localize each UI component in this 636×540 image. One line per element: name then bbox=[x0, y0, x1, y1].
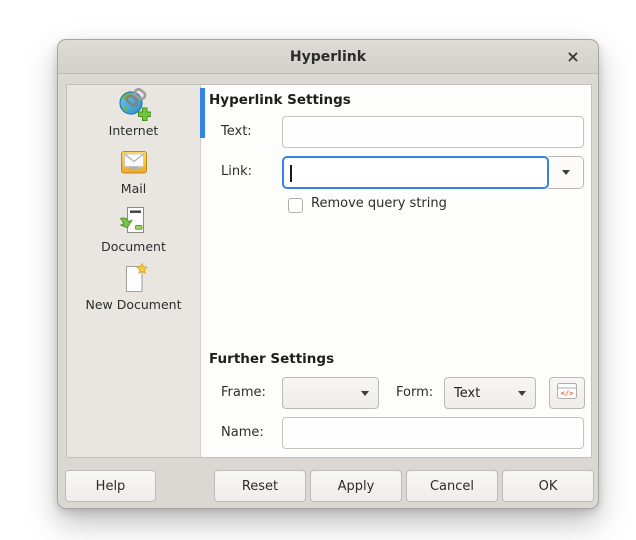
hyperlink-dialog: Hyperlink × bbox=[57, 39, 599, 509]
chevron-down-icon bbox=[518, 391, 526, 396]
frame-dropdown[interactable] bbox=[282, 377, 379, 409]
svg-text:</>: </> bbox=[561, 389, 574, 397]
sidebar-item-new-document[interactable]: New Document bbox=[67, 259, 200, 317]
internet-icon bbox=[67, 88, 200, 122]
link-dropdown-button[interactable] bbox=[548, 156, 584, 189]
category-sidebar: Internet Mail bbox=[67, 85, 201, 457]
remove-query-string-label[interactable]: Remove query string bbox=[311, 196, 447, 211]
chevron-down-icon bbox=[361, 391, 369, 396]
link-field-label: Link: bbox=[221, 164, 252, 179]
link-combobox-input[interactable] bbox=[282, 156, 549, 189]
dialog-titlebar[interactable]: Hyperlink × bbox=[58, 40, 598, 74]
name-field-label: Name: bbox=[221, 425, 264, 440]
chevron-down-icon bbox=[562, 170, 570, 175]
cancel-button[interactable]: Cancel bbox=[406, 470, 498, 502]
events-code-icon: </> bbox=[557, 383, 577, 404]
form-field-label: Form: bbox=[396, 385, 433, 400]
form-dropdown-value: Text bbox=[454, 386, 480, 401]
events-button[interactable]: </> bbox=[549, 377, 585, 409]
sidebar-item-mail[interactable]: Mail bbox=[67, 143, 200, 201]
close-icon[interactable]: × bbox=[560, 40, 586, 74]
sidebar-item-label: Internet bbox=[67, 123, 200, 138]
frame-field-label: Frame: bbox=[221, 385, 266, 400]
selected-category-indicator bbox=[200, 88, 205, 138]
form-dropdown[interactable]: Text bbox=[444, 377, 536, 409]
ok-button[interactable]: OK bbox=[502, 470, 594, 502]
help-button[interactable]: Help bbox=[65, 470, 156, 502]
sidebar-item-internet[interactable]: Internet bbox=[67, 85, 200, 143]
dialog-content-panel: Internet Mail bbox=[66, 84, 592, 458]
dialog-title: Hyperlink bbox=[58, 40, 598, 74]
reset-button[interactable]: Reset bbox=[214, 470, 306, 502]
sidebar-item-label: New Document bbox=[67, 297, 200, 312]
apply-button[interactable]: Apply bbox=[310, 470, 402, 502]
further-settings-heading: Further Settings bbox=[209, 351, 334, 367]
name-input[interactable] bbox=[282, 417, 584, 449]
sidebar-item-label: Mail bbox=[67, 181, 200, 196]
sidebar-item-label: Document bbox=[67, 239, 200, 254]
text-input[interactable] bbox=[282, 116, 584, 148]
sidebar-item-document[interactable]: Document bbox=[67, 201, 200, 259]
mail-icon bbox=[67, 146, 200, 180]
text-field-label: Text: bbox=[221, 124, 252, 139]
settings-area: Hyperlink Settings Text: Link: Remove qu… bbox=[201, 85, 591, 457]
new-document-icon bbox=[67, 262, 200, 296]
remove-query-string-checkbox[interactable] bbox=[288, 198, 303, 213]
desktop-background: Hyperlink × bbox=[0, 0, 636, 540]
text-cursor bbox=[290, 165, 292, 182]
document-icon bbox=[67, 204, 200, 238]
hyperlink-settings-heading: Hyperlink Settings bbox=[209, 92, 351, 108]
